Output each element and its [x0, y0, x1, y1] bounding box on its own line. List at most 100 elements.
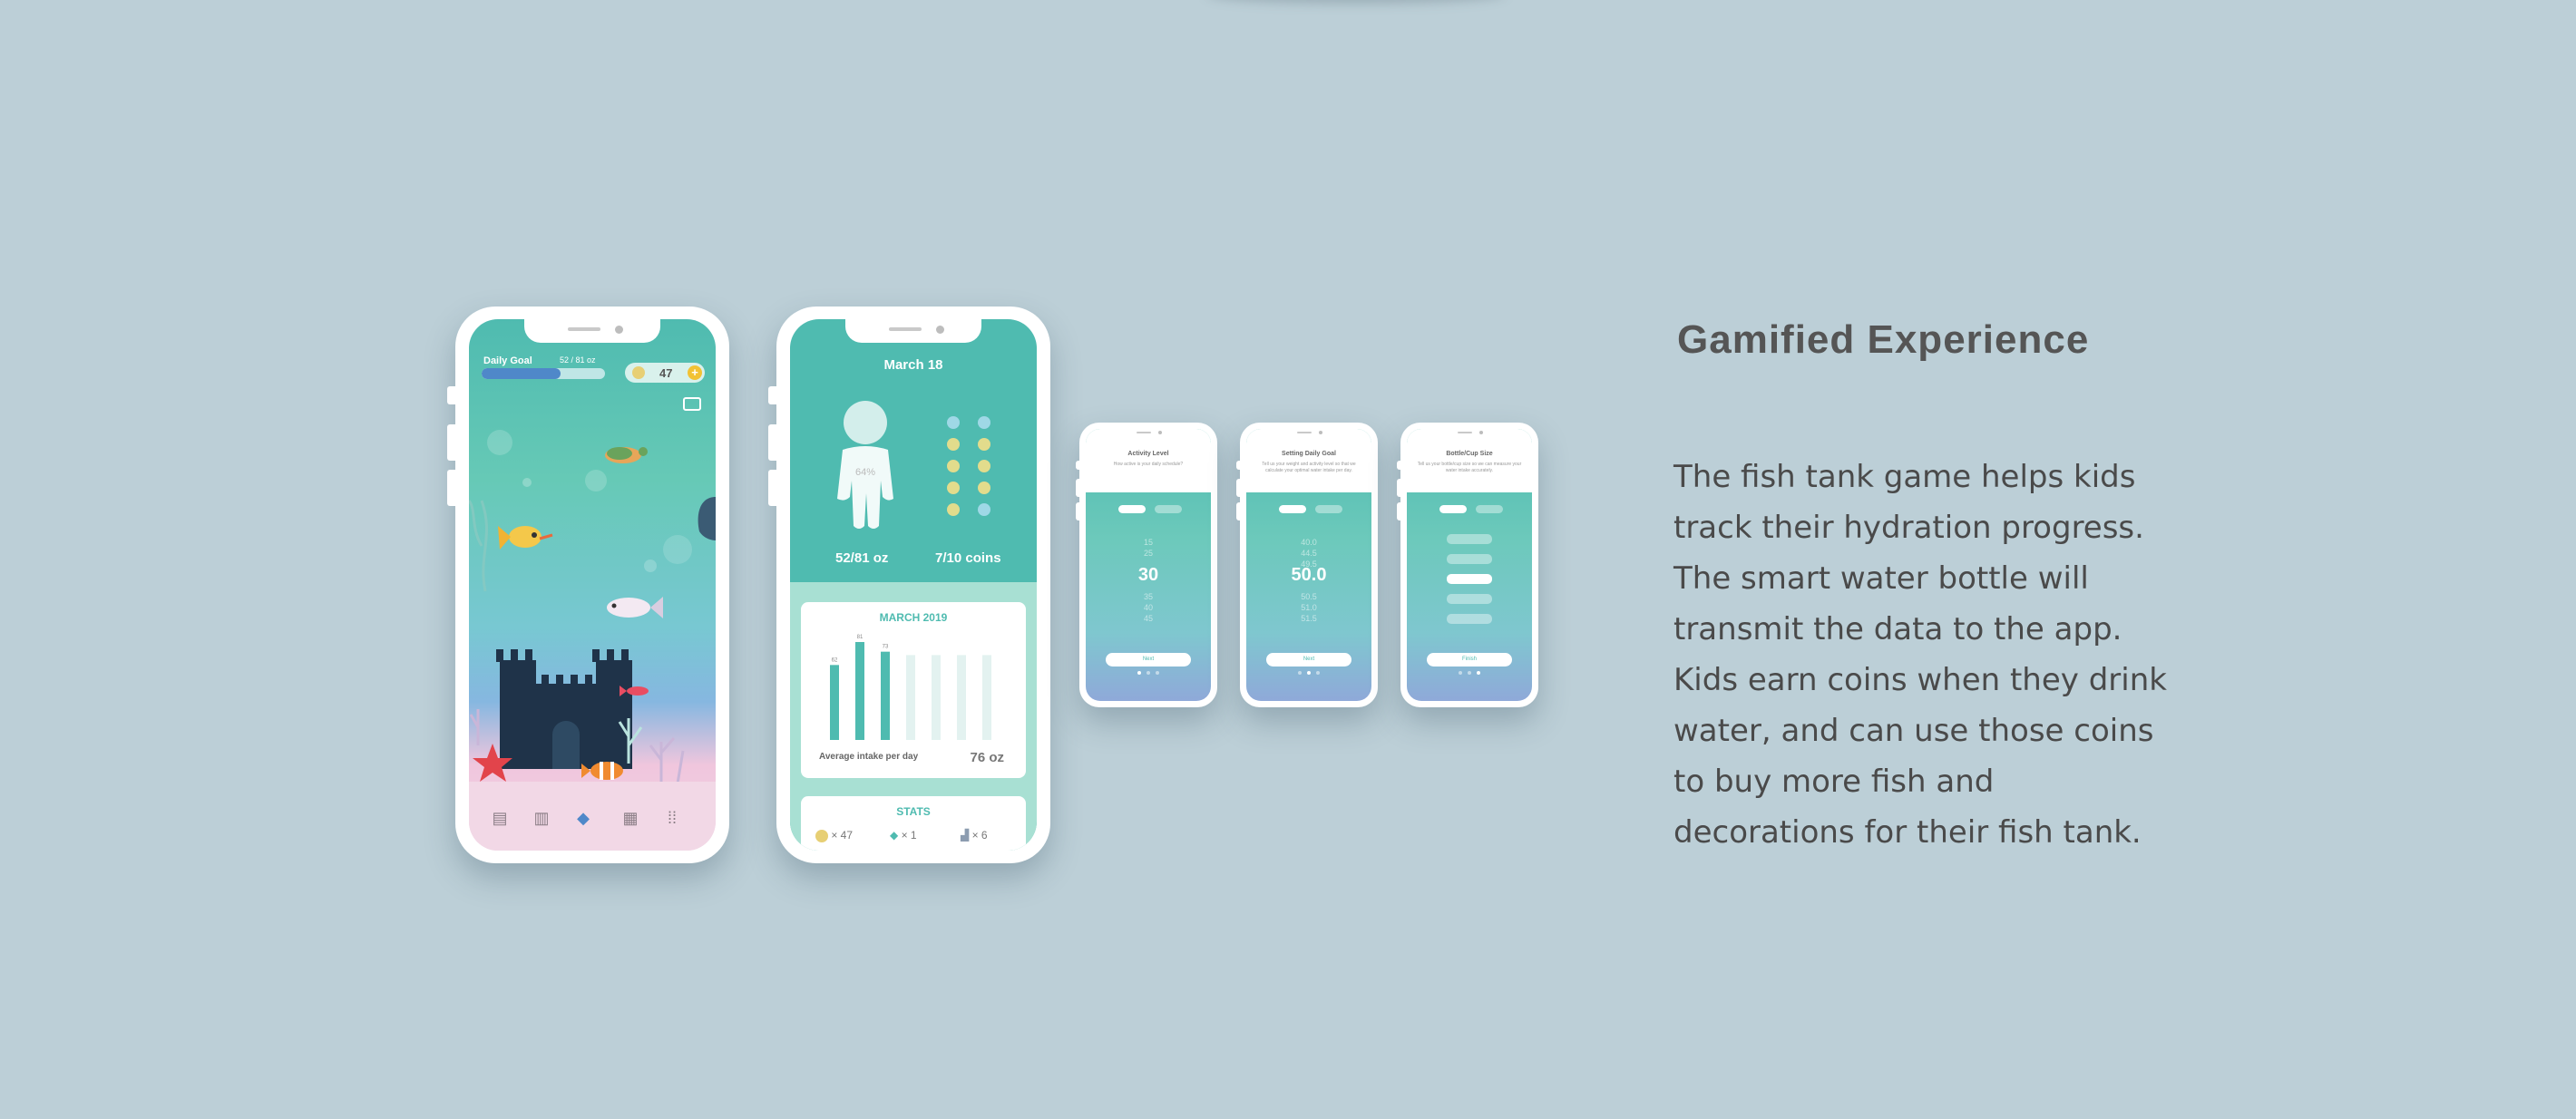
- chart-bar: [881, 651, 890, 740]
- size-option[interactable]: [1447, 594, 1492, 604]
- phone-onboarding-activity: Activity Level How active is your daily s…: [1076, 423, 1217, 707]
- wheel-option[interactable]: 51.0: [1246, 603, 1371, 612]
- coin-dot: [978, 503, 990, 516]
- section-description: The fish tank game helps kids track thei…: [1673, 459, 2167, 851]
- toggle-option[interactable]: [1155, 505, 1182, 513]
- side-button: [768, 470, 777, 506]
- stat-fish: ◆ × 1: [890, 829, 917, 842]
- wheel-option[interactable]: 40.0: [1246, 538, 1371, 547]
- chart-icon[interactable]: ▥: [532, 809, 551, 827]
- selected-value[interactable]: 30: [1086, 565, 1211, 586]
- coin-dot: [978, 438, 990, 451]
- onboarding-screen: Activity Level How active is your daily s…: [1086, 429, 1211, 701]
- onboarding-screen: Setting Daily Goal Tell us your weight an…: [1246, 429, 1371, 701]
- wheel-option[interactable]: 50.5: [1246, 592, 1371, 601]
- top-shadow: [1206, 0, 1506, 4]
- calculator-icon[interactable]: ▦: [621, 809, 639, 827]
- toggle-option[interactable]: [1279, 505, 1306, 513]
- coins-total: 7/10 coins: [935, 550, 1001, 566]
- grid-icon[interactable]: ⁞⁞: [663, 809, 681, 827]
- stat-decorations: ▟ × 6: [961, 829, 988, 842]
- toggle-option[interactable]: [1118, 505, 1146, 513]
- side-button: [447, 386, 456, 404]
- onboarding-subtitle: Tell us your bottle/cup size so we can m…: [1417, 462, 1522, 473]
- size-option[interactable]: [1447, 574, 1492, 584]
- coin-dot: [947, 438, 960, 451]
- wheel-option[interactable]: 40: [1086, 603, 1211, 612]
- bottom-nav: ▤ ▥ ◆ ▦ ⁞⁞: [469, 782, 716, 851]
- page-indicator: [1246, 663, 1371, 679]
- notch: [1117, 429, 1180, 439]
- coin-dot: [978, 482, 990, 494]
- notch: [1438, 429, 1501, 439]
- intake-bar-chart: 62 81 73: [830, 635, 991, 740]
- avg-intake-value: 76 oz: [970, 750, 1004, 765]
- wheel-option[interactable]: 35: [1086, 592, 1211, 601]
- chart-bar: [906, 655, 915, 740]
- onboarding-subtitle: How active is your daily schedule?: [1113, 462, 1184, 467]
- avg-intake-label: Average intake per day: [819, 752, 919, 762]
- coin-dot: [947, 503, 960, 516]
- body-hydration-figure: 64%: [837, 401, 893, 529]
- bar-value-label: 62: [832, 657, 838, 663]
- stats-card: STATS × 47 ◆ × 1 ▟ × 6: [801, 796, 1026, 851]
- chart-bar: [932, 655, 941, 740]
- side-button: [447, 424, 456, 461]
- side-button: [447, 470, 456, 506]
- size-option[interactable]: [1447, 554, 1492, 564]
- chart-bar: [830, 665, 839, 740]
- stat-coins: × 47: [815, 829, 853, 842]
- coin-dot: [947, 482, 960, 494]
- onboarding-title: Bottle/Cup Size: [1446, 451, 1493, 457]
- fish-icon[interactable]: ◆: [574, 809, 592, 827]
- wheel-option[interactable]: 15: [1086, 538, 1211, 547]
- side-button: [768, 424, 777, 461]
- onboarding-screen: Bottle/Cup Size Tell us your bottle/cup s…: [1407, 429, 1532, 701]
- size-option[interactable]: [1447, 534, 1492, 544]
- page-indicator: [1086, 663, 1211, 679]
- fish-icon: ◆: [890, 829, 899, 842]
- phone-stats: March 18 64% 52/81 oz 7/10 coins MARCH 2…: [768, 307, 1050, 863]
- fish-tank-screen: Daily Goal 52 / 81 oz 47 + ▤ ▥ ◆ ▦ ⁞⁞: [469, 319, 716, 851]
- toggle-option[interactable]: [1439, 505, 1467, 513]
- page-indicator: [1407, 663, 1532, 679]
- stat-coins-value: × 47: [831, 829, 854, 842]
- phone-onboarding-bottle: Bottle/Cup Size Tell us your bottle/cup s…: [1397, 423, 1538, 707]
- stats-title: STATS: [896, 805, 931, 818]
- coin-dot: [978, 416, 990, 429]
- castle-icon: ▟: [961, 829, 970, 842]
- onboarding-subtitle: Tell us your weight and activity level s…: [1262, 462, 1356, 473]
- wheel-option[interactable]: 51.5: [1246, 614, 1371, 623]
- stat-fish-value: × 1: [901, 829, 917, 842]
- shop-icon[interactable]: ▤: [491, 809, 509, 827]
- coin-dot: [947, 416, 960, 429]
- coin-dot: [978, 460, 990, 472]
- stats-lower-panel: MARCH 2019 62 81 73 Average intake per day…: [790, 582, 1037, 851]
- chart-bar: [855, 642, 864, 740]
- toggle-option[interactable]: [1315, 505, 1342, 513]
- notch: [524, 319, 660, 343]
- body-percent: 64%: [855, 467, 875, 478]
- stat-decorations-value: × 6: [971, 829, 988, 842]
- notch: [1277, 429, 1341, 439]
- stats-screen: March 18 64% 52/81 oz 7/10 coins MARCH 2…: [790, 319, 1037, 851]
- bar-value-label: 73: [883, 645, 889, 650]
- oz-total: 52/81 oz: [835, 550, 889, 566]
- phone-fish-tank: Daily Goal 52 / 81 oz 47 + ▤ ▥ ◆ ▦ ⁞⁞: [447, 307, 729, 863]
- toggle-option[interactable]: [1476, 505, 1503, 513]
- fish-tank-scene: [469, 430, 716, 784]
- wheel-option[interactable]: 45: [1086, 614, 1211, 623]
- intake-chart-card: MARCH 2019 62 81 73 Average intake per day…: [801, 602, 1026, 778]
- selected-value[interactable]: 50.0: [1246, 565, 1371, 586]
- size-option[interactable]: [1447, 614, 1492, 624]
- date-title: March 18: [883, 357, 943, 373]
- wheel-option[interactable]: 25: [1086, 549, 1211, 558]
- onboarding-title: Activity Level: [1127, 451, 1169, 457]
- side-button: [768, 386, 777, 404]
- bar-value-label: 81: [857, 635, 864, 640]
- chart-bar: [957, 655, 966, 740]
- wheel-option[interactable]: 44.5: [1246, 549, 1371, 558]
- section-heading: Gamified Experience: [1677, 317, 2090, 362]
- phone-onboarding-goal: Setting Daily Goal Tell us your weight an…: [1236, 423, 1378, 707]
- chart-bar: [982, 655, 991, 740]
